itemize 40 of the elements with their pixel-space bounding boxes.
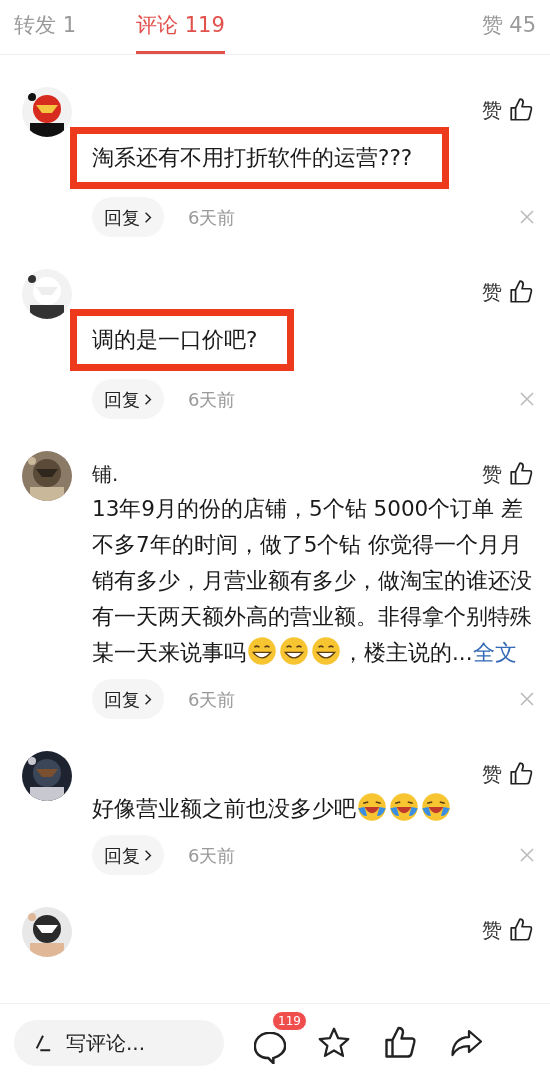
chevron-right-icon — [144, 392, 152, 406]
thumbs-up-icon[interactable] — [508, 97, 534, 123]
comment-text: 13年9月的份的店铺，5个钻 5000个订单 差不多7年的时间，做了5个钻 你觉得一个月月销有多少，月营业额有多少，做淘宝的谁还没有一天两天额外高的营业额。非得拿个别特殊某一天来说事吗 ，楼主说的...全文 — [92, 495, 533, 668]
thumbs-up-icon[interactable] — [382, 1024, 418, 1061]
like-label: 赞 — [482, 917, 502, 944]
grin-emoji — [311, 636, 341, 666]
laughing-crying-emoji — [389, 792, 419, 822]
speech-bubble-icon[interactable] — [254, 1031, 286, 1064]
thumbs-up-icon[interactable] — [508, 761, 534, 787]
comment-text: 好像营业额之前也没多少吧 — [92, 791, 534, 827]
timestamp: 6天前 — [188, 843, 236, 868]
comment-text: 调的是一口价吧? — [92, 326, 258, 354]
chevron-right-icon — [144, 848, 152, 862]
reply-button[interactable]: 回复 — [92, 679, 164, 719]
chevron-right-icon — [144, 210, 152, 224]
like-label: 赞 — [482, 97, 502, 124]
timestamp: 6天前 — [188, 205, 236, 230]
grin-emoji — [279, 636, 309, 666]
reply-button[interactable]: 回复 — [92, 197, 164, 237]
thumbs-up-icon[interactable] — [508, 461, 534, 487]
like-label: 赞 — [482, 279, 502, 306]
timestamp: 6天前 — [188, 687, 236, 712]
thumbs-up-icon[interactable] — [508, 917, 534, 943]
full-text-link[interactable]: 全文 — [472, 640, 517, 665]
reply-button[interactable]: 回复 — [92, 835, 164, 875]
reply-button[interactable]: 回复 — [92, 379, 164, 419]
count-badge: 119 — [272, 1010, 307, 1031]
tab[interactable]: 评论 119 — [136, 0, 225, 54]
thumbs-up-icon[interactable] — [508, 279, 534, 305]
username[interactable]: 铺. — [92, 459, 119, 489]
laughing-crying-emoji — [421, 792, 451, 822]
grin-emoji — [247, 636, 277, 666]
laughing-crying-emoji — [357, 792, 387, 822]
comment-input-field[interactable]: 写评论... — [14, 1019, 224, 1066]
comment-text: 淘系还有不用打折软件的运营??? — [92, 144, 413, 172]
timestamp: 6天前 — [188, 387, 236, 412]
chevron-right-icon — [144, 692, 152, 706]
like-label: 赞 — [482, 461, 502, 488]
like-label: 赞 — [482, 761, 502, 788]
pen-icon — [34, 1033, 52, 1052]
